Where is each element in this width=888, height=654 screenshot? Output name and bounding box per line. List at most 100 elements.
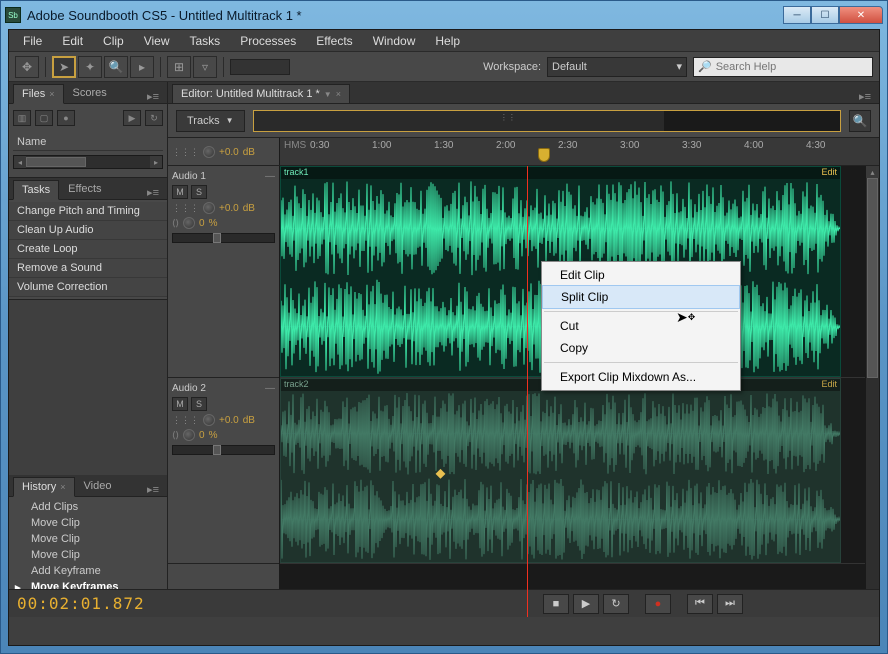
solo-button[interactable]: S: [191, 397, 207, 411]
gain-knob-icon[interactable]: [203, 202, 215, 214]
track-pan[interactable]: 0: [199, 430, 205, 441]
transport-stop-button[interactable]: ■: [543, 594, 569, 614]
track-gain[interactable]: +0.0: [219, 203, 239, 214]
task-item[interactable]: Change Pitch and Timing: [9, 202, 167, 221]
transport-play-button[interactable]: ▶: [573, 594, 599, 614]
files-hscroll[interactable]: ◂ ▸: [13, 155, 163, 169]
scrub-tool-icon[interactable]: ▸: [130, 56, 154, 78]
transport-prev-button[interactable]: ⏮: [687, 594, 713, 614]
close-icon[interactable]: ×: [336, 89, 341, 99]
scroll-up-icon[interactable]: ▴: [866, 166, 879, 178]
audio-clip[interactable]: track2Edit: [280, 378, 841, 563]
panel-menu-icon[interactable]: ▸≡: [143, 186, 163, 199]
editor-tab[interactable]: Editor: Untitled Multitrack 1 * ▼ ×: [172, 84, 350, 103]
titlebar[interactable]: Sb Adobe Soundbooth CS5 - Untitled Multi…: [1, 1, 887, 29]
play-icon[interactable]: ▶: [123, 110, 141, 126]
new-icon[interactable]: ▢: [35, 110, 53, 126]
panel-menu-icon[interactable]: ▸≡: [143, 483, 163, 496]
master-gain[interactable]: +0.0: [219, 147, 239, 158]
menu-edit[interactable]: Edit: [52, 32, 93, 50]
history-item[interactable]: Move Clip: [9, 547, 167, 563]
history-item[interactable]: Move Clip: [9, 515, 167, 531]
zoom-full-icon[interactable]: 🔍: [849, 110, 871, 132]
record-icon[interactable]: ●: [57, 110, 75, 126]
tracks-dropdown[interactable]: Tracks▼: [176, 110, 245, 132]
track-lanes[interactable]: ▴ ▾ track1Edittrack2Edit: [280, 166, 879, 617]
menu-processes[interactable]: Processes: [230, 32, 306, 50]
gain-knob-icon[interactable]: [203, 146, 215, 158]
panel-menu-icon[interactable]: ▸≡: [143, 90, 163, 103]
context-menu-item[interactable]: Cut: [542, 315, 740, 337]
clip-edit-link[interactable]: Edit: [821, 379, 837, 391]
task-item[interactable]: Clean Up Audio: [9, 221, 167, 240]
volume-slider[interactable]: [172, 445, 275, 455]
menu-view[interactable]: View: [134, 32, 180, 50]
volume-slider[interactable]: [172, 233, 275, 243]
timecode-display[interactable]: 00:02:01.872: [17, 594, 535, 613]
menu-effects[interactable]: Effects: [306, 32, 362, 50]
tab-history[interactable]: History×: [13, 477, 75, 497]
context-menu-item[interactable]: Split Clip: [542, 285, 740, 309]
collapse-icon[interactable]: —: [265, 383, 275, 394]
pan-knob-icon[interactable]: [183, 429, 195, 441]
menu-window[interactable]: Window: [363, 32, 426, 50]
transport-loop-button[interactable]: ↻: [603, 594, 629, 614]
maximize-button[interactable]: ☐: [811, 6, 839, 24]
transport-record-button[interactable]: ●: [645, 594, 671, 614]
chevron-down-icon[interactable]: ▼: [324, 90, 332, 99]
track-gain[interactable]: +0.0: [219, 415, 239, 426]
transport-next-button[interactable]: ⏭: [717, 594, 743, 614]
close-button[interactable]: ✕: [839, 6, 883, 24]
search-input[interactable]: [716, 61, 868, 73]
minimize-button[interactable]: ─: [783, 6, 811, 24]
loop-icon[interactable]: ↻: [145, 110, 163, 126]
menu-clip[interactable]: Clip: [93, 32, 134, 50]
move-tool-icon[interactable]: ✦: [78, 56, 102, 78]
context-menu[interactable]: Edit ClipSplit Clip CutCopy Export Clip Mi…: [541, 261, 741, 391]
tab-files[interactable]: Files×: [13, 84, 64, 104]
menu-file[interactable]: File: [13, 32, 52, 50]
task-item[interactable]: Create Loop: [9, 240, 167, 259]
timeline-overview[interactable]: ⋮⋮: [253, 110, 841, 132]
task-item[interactable]: Remove a Sound: [9, 259, 167, 278]
selection-tool-icon[interactable]: ➤: [52, 56, 76, 78]
mute-button[interactable]: M: [172, 397, 188, 411]
marker-icon[interactable]: ▿: [193, 56, 217, 78]
playhead-marker[interactable]: [538, 148, 550, 162]
mute-button[interactable]: M: [172, 185, 188, 199]
hand-tool-icon[interactable]: ✥: [15, 56, 39, 78]
scroll-thumb[interactable]: [26, 157, 86, 167]
context-menu-item[interactable]: Edit Clip: [542, 264, 740, 286]
solo-button[interactable]: S: [191, 185, 207, 199]
close-icon[interactable]: ×: [49, 89, 54, 99]
task-item[interactable]: Volume Correction: [9, 278, 167, 297]
context-menu-item[interactable]: Copy: [542, 337, 740, 359]
track-pan[interactable]: 0: [199, 218, 205, 229]
close-icon[interactable]: ×: [60, 482, 65, 492]
history-item[interactable]: Add Clips: [9, 499, 167, 515]
context-menu-item[interactable]: Export Clip Mixdown As...: [542, 366, 740, 388]
history-item[interactable]: Add Keyframe: [9, 563, 167, 579]
time-ruler[interactable]: HMS 0:301:001:302:002:303:003:304:004:30: [280, 138, 879, 165]
clip-edit-link[interactable]: Edit: [821, 167, 837, 179]
workspace-select[interactable]: Default ▾: [547, 57, 687, 77]
tab-video[interactable]: Video: [75, 476, 121, 496]
import-icon[interactable]: ▥: [13, 110, 31, 126]
menu-tasks[interactable]: Tasks: [180, 32, 231, 50]
tab-tasks[interactable]: Tasks: [13, 180, 59, 200]
tab-scores[interactable]: Scores: [64, 83, 116, 103]
tracks-vscroll[interactable]: ▴ ▾: [865, 166, 879, 617]
playhead-line[interactable]: [527, 166, 528, 617]
scroll-left-icon[interactable]: ◂: [14, 156, 26, 168]
panel-menu-icon[interactable]: ▸≡: [855, 90, 875, 103]
menu-help[interactable]: Help: [425, 32, 470, 50]
scroll-thumb[interactable]: [867, 178, 878, 378]
snap-icon[interactable]: ⊞: [167, 56, 191, 78]
scroll-right-icon[interactable]: ▸: [150, 156, 162, 168]
files-name-header[interactable]: Name: [13, 134, 163, 151]
search-help-box[interactable]: 🔎: [693, 57, 873, 77]
gain-knob-icon[interactable]: [203, 414, 215, 426]
history-item[interactable]: Move Clip: [9, 531, 167, 547]
zoom-tool-icon[interactable]: 🔍: [104, 56, 128, 78]
pan-knob-icon[interactable]: [183, 217, 195, 229]
